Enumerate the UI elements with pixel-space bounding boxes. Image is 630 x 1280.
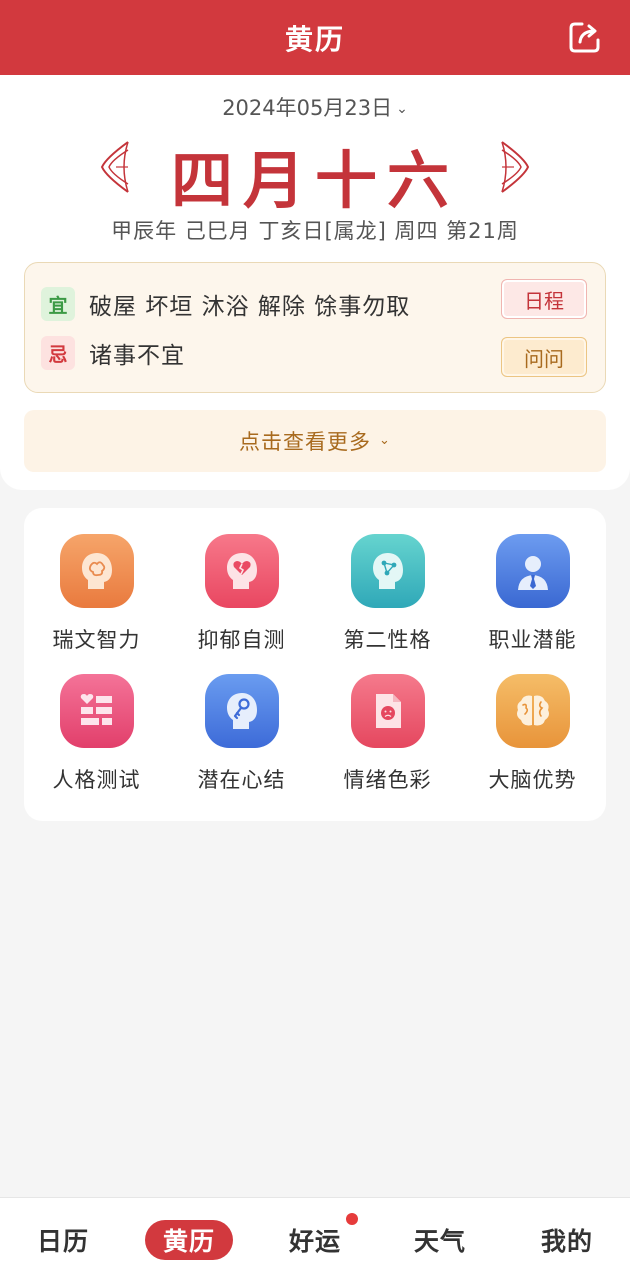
test-item-career[interactable]: 职业潜能 [460,508,605,652]
key-head-icon [205,674,279,748]
broken-heart-head-icon [205,534,279,608]
test-item-second-personality[interactable]: 第二性格 [315,508,460,652]
date-card: 2024年05月23日 ⌄ 四月十六 甲辰年 己巳月 丁亥日[属龙] 周四 第21… [0,75,630,490]
test-item-emotion-color[interactable]: 情绪色彩 [315,648,460,792]
heart-wall-icon [60,674,134,748]
yi-tag: 宜 [41,287,75,321]
ganzhi-info: 甲辰年 己巳月 丁亥日[属龙] 周四 第21周 [111,219,519,243]
network-head-icon [351,534,425,608]
bottom-nav: 日历 黄历 好运 天气 我的 [0,1197,630,1280]
lunar-row: 四月十六 [0,130,630,217]
notification-dot [346,1213,358,1225]
selected-date: 2024年05月23日 [222,96,393,120]
share-icon[interactable] [568,20,602,54]
ji-row: 忌 诸事不宜 [41,336,185,370]
date-picker[interactable]: 2024年05月23日 ⌄ [0,92,630,122]
businessman-icon [496,534,570,608]
test-label: 大脑优势 [488,768,577,792]
test-grid: 瑞文智力 抑郁自测 第二性格 职业潜能 人格测试 潜在心结 情绪色彩 大脑优势 [24,508,606,821]
test-item-raven[interactable]: 瑞文智力 [24,508,169,652]
schedule-button[interactable]: 日程 [501,279,587,319]
test-label: 人格测试 [52,768,141,792]
chevron-down-icon: ⌄ [379,432,391,448]
test-item-brain-advantage[interactable]: 大脑优势 [460,648,605,792]
chevron-down-icon: ⌄ [396,101,408,117]
lunar-day: 四月十六 [170,144,459,217]
view-more-label: 点击查看更多 [239,430,372,454]
ji-tag: 忌 [41,336,75,370]
top-bar: 黄历 [0,0,630,75]
page-title: 黄历 [284,22,345,56]
test-label: 情绪色彩 [343,768,432,792]
nav-item-fortune[interactable]: 好运 [265,1220,365,1260]
nav-item-weather[interactable]: 天气 [390,1220,490,1260]
ask-button[interactable]: 问问 [501,337,587,377]
yi-text: 破屋 坏垣 沐浴 解除 馀事勿取 [89,294,411,320]
yiji-box: 宜 破屋 坏垣 沐浴 解除 馀事勿取 忌 诸事不宜 日程 问问 [24,262,606,393]
view-more-button[interactable]: 点击查看更多 ⌄ [24,410,606,472]
test-item-depression[interactable]: 抑郁自测 [169,508,314,652]
nav-item-mine[interactable]: 我的 [517,1220,617,1260]
nav-item-calendar[interactable]: 日历 [13,1220,113,1260]
brain-icon [496,674,570,748]
sad-document-icon [351,674,425,748]
ji-text: 诸事不宜 [89,343,185,369]
test-label: 潜在心结 [197,768,286,792]
next-day-arrow-icon[interactable] [498,140,532,194]
nav-item-almanac[interactable]: 黄历 [145,1220,233,1260]
yi-row: 宜 破屋 坏垣 沐浴 解除 馀事勿取 [41,287,410,321]
brain-head-icon [60,534,134,608]
test-item-hidden-knot[interactable]: 潜在心结 [169,648,314,792]
test-item-personality[interactable]: 人格测试 [24,648,169,792]
